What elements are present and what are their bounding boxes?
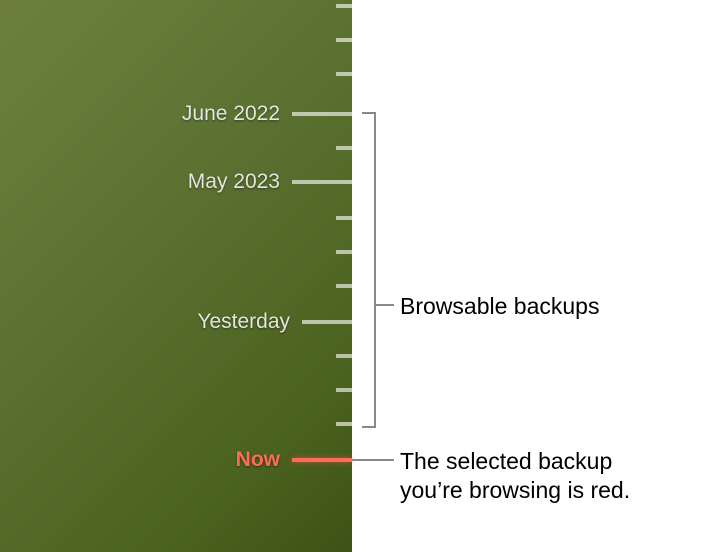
timeline-minor-tick [336,388,352,392]
lead-selected-now [352,459,394,461]
diagram-stage: June 2022 May 2023 Yesterday Now Browsab… [0,0,706,552]
timeline-minor-tick [336,4,352,8]
timeline-minor-tick [336,250,352,254]
timeline-label-now: Now [236,448,280,472]
timeline-minor-tick [336,354,352,358]
timeline-major-tick-yesterday[interactable]: Yesterday [302,320,352,324]
bracket-browsable [362,112,376,428]
annotation-browsable-backups: Browsable backups [400,292,599,321]
timeline-minor-tick [336,146,352,150]
timeline-minor-tick [336,72,352,76]
timeline-minor-tick [336,284,352,288]
timeline-major-tick-may-2023[interactable]: May 2023 [292,180,352,184]
timeline-selected-tick-now[interactable]: Now [292,458,352,462]
timeline-minor-tick [336,216,352,220]
annotation-selected-line2: you’re browsing is red. [400,477,630,503]
timeline-label-june-2022: June 2022 [182,102,280,126]
timeline-minor-tick [336,422,352,426]
annotation-browsable-text: Browsable backups [400,293,599,319]
timeline-minor-tick [336,38,352,42]
timeline-label-may-2023: May 2023 [188,170,280,194]
timeline-label-yesterday: Yesterday [197,310,290,334]
annotation-selected-backup: The selected backup you’re browsing is r… [400,447,700,506]
time-machine-timeline-panel: June 2022 May 2023 Yesterday Now [0,0,352,552]
annotation-selected-line1: The selected backup [400,448,612,474]
bracket-lead-browsable [376,304,394,306]
timeline-major-tick-june-2022[interactable]: June 2022 [292,112,352,116]
